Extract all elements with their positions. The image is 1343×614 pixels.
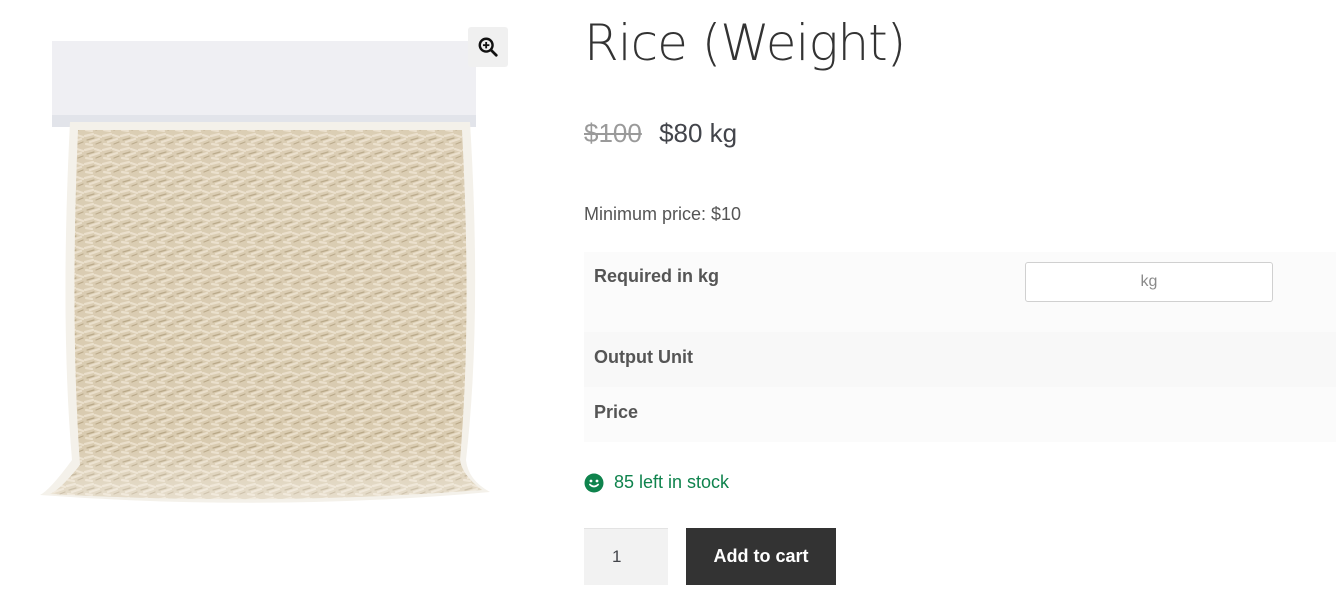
required-in-kg-label: Required in kg	[594, 266, 720, 286]
price-label: Price	[594, 402, 639, 422]
smiley-icon	[584, 473, 604, 492]
stock-text: 85 left in stock	[614, 472, 730, 492]
zoom-button[interactable]	[468, 27, 508, 67]
product-image[interactable]	[30, 20, 520, 520]
measurement-fields: Required in kg Output Unit Price	[584, 252, 1336, 442]
price: $100 $80 kg	[584, 118, 737, 149]
stock-status: 85 left in stock	[584, 472, 729, 493]
minimum-price: Minimum price: $10	[584, 204, 742, 224]
regular-price: $100	[584, 118, 642, 148]
quantity-input[interactable]	[584, 528, 668, 585]
sale-price: $80 kg	[659, 118, 738, 148]
zoom-in-icon	[478, 37, 498, 57]
product-gallery	[30, 20, 520, 520]
output-unit-label: Output Unit	[594, 347, 693, 367]
add-to-cart-button[interactable]: Add to cart	[686, 528, 836, 585]
product-title: Rice (Weight)	[584, 14, 906, 72]
output-unit-row	[584, 332, 1336, 387]
required-kg-input[interactable]	[1025, 262, 1273, 302]
